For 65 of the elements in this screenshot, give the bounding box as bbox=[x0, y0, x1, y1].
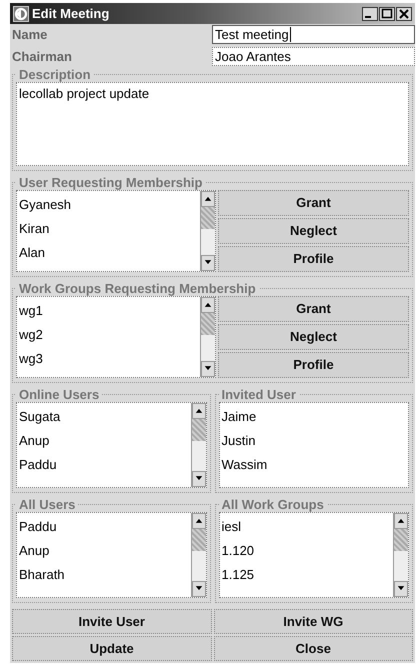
list-item[interactable]: Gyanesh bbox=[17, 192, 200, 217]
minimize-icon[interactable] bbox=[362, 6, 378, 21]
action-button[interactable]: Grant bbox=[218, 190, 409, 216]
scroll-thumb[interactable] bbox=[394, 528, 408, 551]
scroll-bar[interactable] bbox=[200, 190, 215, 271]
group-title: Invited User bbox=[220, 386, 297, 402]
scroll-thumb[interactable] bbox=[192, 418, 206, 441]
scroll-up-icon[interactable] bbox=[194, 408, 202, 414]
list-item[interactable]: Kiran bbox=[17, 216, 200, 241]
group-title: All Users bbox=[18, 496, 76, 512]
maximize-icon[interactable] bbox=[379, 6, 395, 21]
list-item[interactable]: Sugata bbox=[17, 404, 190, 429]
scroll-bar[interactable] bbox=[200, 296, 215, 377]
list-item[interactable]: wg1 bbox=[17, 298, 200, 323]
scroll-down-icon[interactable] bbox=[194, 476, 202, 482]
group-title: User Requesting Membership bbox=[18, 174, 204, 190]
scroll-up-icon[interactable] bbox=[204, 302, 212, 308]
scroll-bar[interactable] bbox=[393, 512, 408, 597]
scroll-up-icon[interactable] bbox=[194, 518, 202, 524]
action-button[interactable]: Invite User bbox=[12, 609, 212, 634]
scroll-down-icon[interactable] bbox=[397, 586, 405, 592]
window-title: Edit Meeting bbox=[32, 6, 110, 22]
action-button[interactable]: Grant bbox=[218, 296, 409, 322]
app-icon bbox=[13, 6, 29, 22]
list-item[interactable]: Justin bbox=[220, 428, 408, 453]
group-title: Work Groups Requesting Membership bbox=[18, 280, 257, 296]
text-field[interactable]: Joao Arantes bbox=[212, 46, 415, 66]
list-item[interactable]: Anup bbox=[17, 428, 190, 453]
action-button[interactable]: Invite WG bbox=[214, 609, 413, 634]
list-item[interactable]: 1.120 bbox=[220, 538, 393, 563]
scroll-up-icon[interactable] bbox=[397, 518, 405, 524]
list-item[interactable]: Alan bbox=[17, 240, 200, 265]
group-title: Online Users bbox=[18, 386, 100, 402]
scroll-down-icon[interactable] bbox=[194, 586, 202, 592]
scroll-thumb[interactable] bbox=[192, 528, 206, 551]
description-field[interactable]: lecollab project update bbox=[16, 82, 409, 166]
field-label: Name bbox=[11, 27, 48, 42]
group-title: All Work Groups bbox=[220, 496, 325, 512]
list-item[interactable]: Paddu bbox=[17, 514, 190, 539]
scroll-thumb[interactable] bbox=[201, 206, 215, 229]
list-item[interactable]: Bharath bbox=[17, 562, 190, 587]
field-label: Chairman bbox=[11, 48, 73, 64]
scroll-bar[interactable] bbox=[190, 402, 206, 487]
text-field[interactable]: Test meeting bbox=[212, 25, 415, 44]
group-title: Description bbox=[18, 66, 92, 82]
list-item[interactable]: Anup bbox=[17, 538, 190, 563]
action-button[interactable]: Profile bbox=[218, 246, 409, 272]
scroll-down-icon[interactable] bbox=[204, 260, 212, 266]
action-button[interactable]: Neglect bbox=[218, 324, 409, 350]
close-icon[interactable] bbox=[396, 6, 412, 21]
scroll-bar[interactable] bbox=[190, 512, 206, 597]
action-button[interactable]: Close bbox=[214, 636, 413, 661]
action-button[interactable]: Update bbox=[12, 636, 212, 661]
list-item[interactable]: wg3 bbox=[17, 346, 200, 371]
list-item[interactable]: wg2 bbox=[17, 322, 200, 347]
list-item[interactable]: Paddu bbox=[17, 452, 190, 477]
list-item[interactable]: Jaime bbox=[220, 404, 408, 429]
list-item[interactable]: 1.125 bbox=[220, 562, 393, 587]
scroll-down-icon[interactable] bbox=[204, 366, 212, 372]
list-item[interactable]: Wassim bbox=[220, 452, 408, 477]
scroll-thumb[interactable] bbox=[201, 312, 215, 335]
list-item[interactable]: iesl bbox=[220, 514, 393, 539]
action-button[interactable]: Neglect bbox=[218, 218, 409, 244]
scroll-up-icon[interactable] bbox=[204, 196, 212, 202]
action-button[interactable]: Profile bbox=[218, 352, 409, 378]
